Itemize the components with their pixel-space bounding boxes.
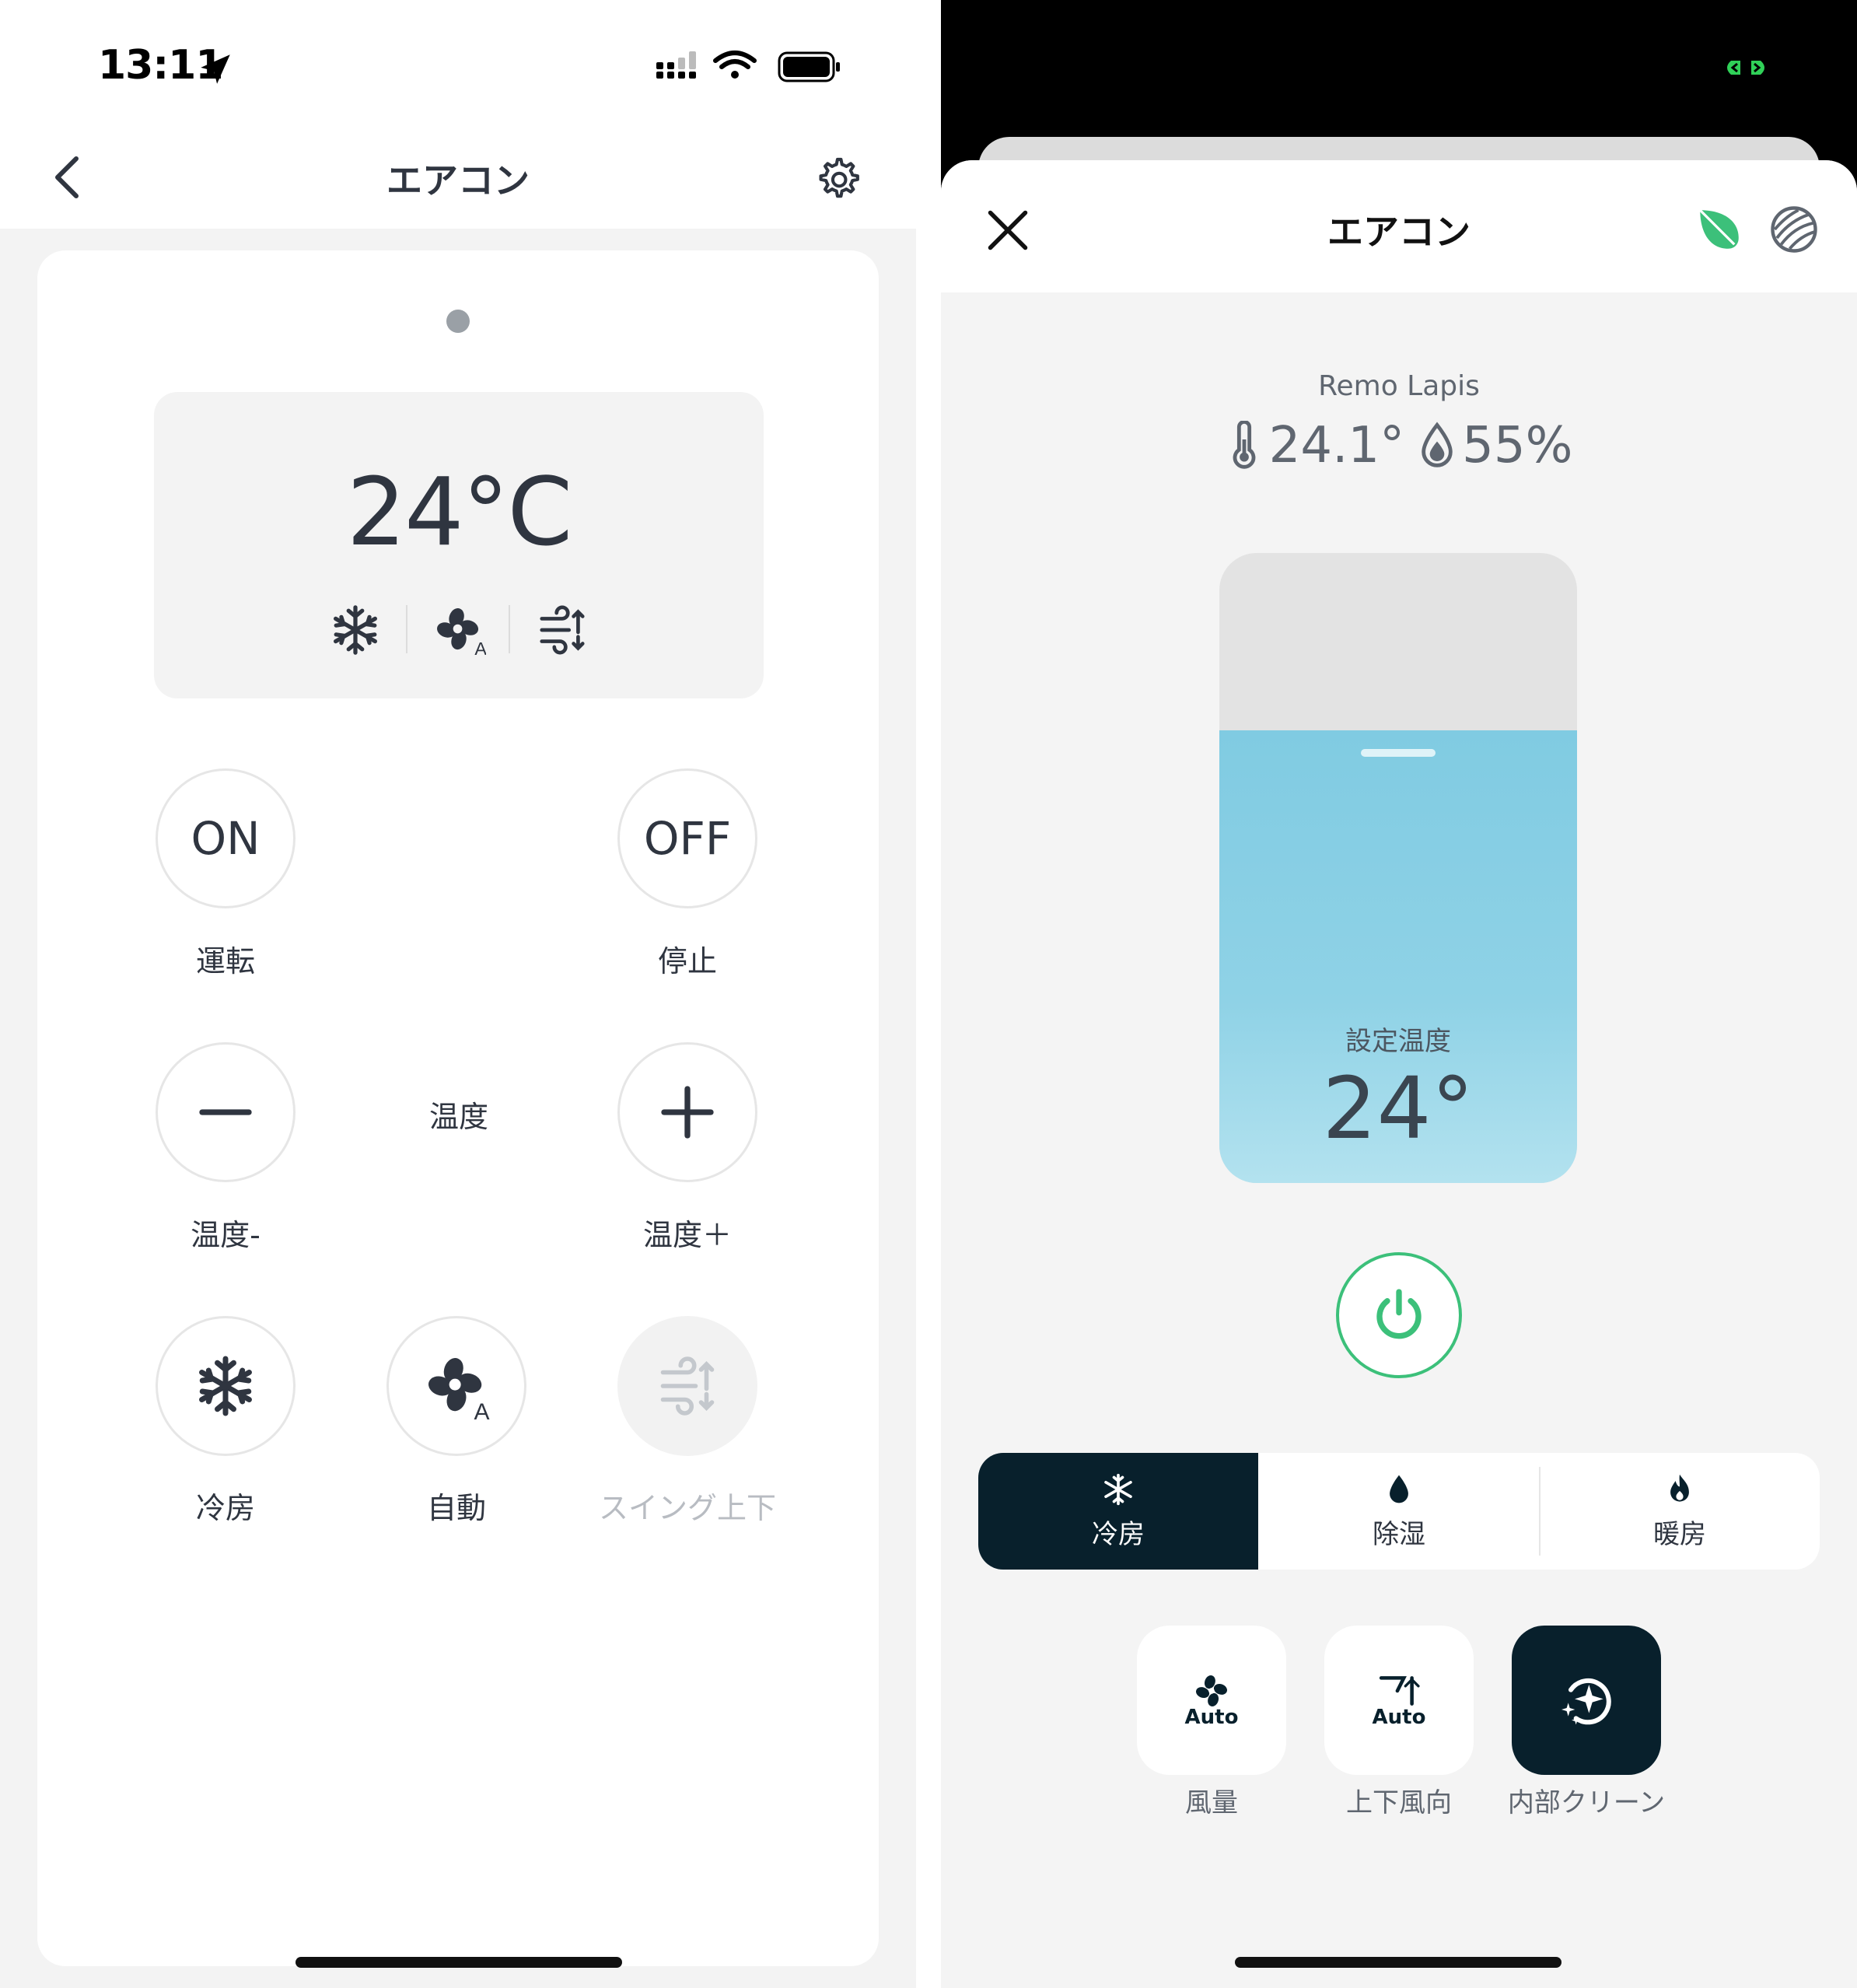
room-humidity: 55% [1462, 417, 1573, 474]
room-temperature: 24.1° [1268, 417, 1405, 474]
off-button[interactable]: OFF [617, 768, 757, 908]
page-title: エアコン [386, 159, 530, 201]
fan-speed-label: 風量 [1185, 1787, 1238, 1818]
fan-auto-icon: A [437, 608, 486, 657]
vertical-louver-badge: Auto [1372, 1706, 1426, 1729]
temp-center-label: 温度 [428, 1100, 488, 1134]
left-screen: 13:11 エアコン 24°C A ON 運転 OFF 停止 温度- 温度 温度… [0, 0, 916, 1988]
flame-icon [1670, 1474, 1689, 1502]
snowflake-icon [1104, 1473, 1132, 1505]
fan-auto-icon: A [428, 1358, 490, 1421]
thermostat-slider[interactable]: 設定温度 24° [1219, 553, 1577, 1183]
display-separator [509, 605, 510, 653]
vertical-louver-label: 上下風向 [1346, 1787, 1452, 1818]
right-screen: エアコン Remo Lapis 24.1° 55% 設定温度 24° 冷房 除湿… [941, 0, 1857, 1988]
mode-heat[interactable]: 暖房 [1540, 1453, 1820, 1570]
fan-speed-badge: Auto [1184, 1706, 1239, 1729]
off-button-text: OFF [643, 812, 732, 865]
leaf-icon[interactable] [1694, 204, 1745, 255]
sensor-readings: 24.1° 55% [941, 417, 1857, 474]
swing-icon [660, 1356, 715, 1416]
on-button[interactable]: ON [156, 768, 296, 908]
humidity-droplet-icon [1422, 422, 1453, 467]
mode-cool-label: 冷房 [1092, 1518, 1145, 1550]
auto-fan-button[interactable]: A [386, 1316, 526, 1456]
swing-button[interactable] [617, 1316, 757, 1456]
snowflake-icon [199, 1356, 252, 1416]
cool-mode-button[interactable] [156, 1316, 296, 1456]
internal-clean-tile[interactable] [1512, 1626, 1661, 1775]
temp-minus-label: 温度- [191, 1218, 261, 1252]
gear-icon[interactable] [812, 154, 863, 205]
location-arrow-icon [201, 54, 230, 84]
on-label: 運転 [195, 944, 255, 978]
vertical-louver-tile[interactable]: Auto [1324, 1626, 1474, 1775]
thermometer-icon [1233, 421, 1256, 469]
thermostat-handle[interactable] [1361, 749, 1436, 757]
mode-heat-label: 暖房 [1653, 1518, 1706, 1550]
power-button[interactable] [1336, 1252, 1462, 1378]
device-name: Remo Lapis [1318, 370, 1480, 402]
mode-dry-label: 除湿 [1373, 1518, 1425, 1550]
green-status-indicator-icon [1720, 58, 1771, 78]
mode-dry[interactable]: 除湿 [1259, 1453, 1539, 1570]
temp-plus-button[interactable] [617, 1042, 757, 1182]
clean-sparkle-icon [1561, 1678, 1611, 1725]
status-icons [653, 48, 848, 90]
page-indicator-dot[interactable] [446, 310, 470, 333]
on-button-text: ON [191, 812, 261, 865]
swing-label: スイング上下 [598, 1491, 776, 1525]
droplet-icon [1390, 1475, 1408, 1503]
temp-minus-button[interactable] [156, 1042, 296, 1182]
mode-cool[interactable]: 冷房 [978, 1453, 1258, 1570]
home-indicator[interactable] [296, 1957, 622, 1968]
cool-label: 冷房 [195, 1491, 255, 1525]
snowflake-icon [333, 605, 378, 655]
fan-icon [1196, 1675, 1227, 1706]
louver-icon [1379, 1676, 1420, 1706]
auto-label: 自動 [426, 1491, 486, 1525]
power-icon [1376, 1289, 1422, 1339]
globe-icon[interactable] [1768, 204, 1820, 255]
mode-selector: 冷房 除湿 暖房 [978, 1453, 1820, 1570]
set-temperature-value: 24° [1322, 1059, 1474, 1158]
plus-icon [661, 1086, 714, 1139]
svg-text:A: A [474, 639, 486, 657]
signal-wifi-battery-icon [656, 51, 840, 82]
home-indicator[interactable] [1235, 1957, 1561, 1968]
swing-icon [540, 605, 585, 655]
svg-text:A: A [474, 1399, 490, 1421]
set-temperature-label: 設定温度 [1345, 1026, 1451, 1057]
off-label: 停止 [657, 944, 717, 978]
display-temperature: 24°C [346, 459, 572, 567]
fan-speed-tile[interactable]: Auto [1137, 1626, 1286, 1775]
minus-icon [199, 1109, 252, 1115]
internal-clean-label: 内部クリーン [1507, 1787, 1666, 1818]
display-separator [406, 605, 407, 653]
control-sheet: エアコン Remo Lapis 24.1° 55% 設定温度 24° 冷房 除湿… [941, 160, 1857, 1988]
temp-plus-label: 温度＋ [642, 1218, 732, 1252]
